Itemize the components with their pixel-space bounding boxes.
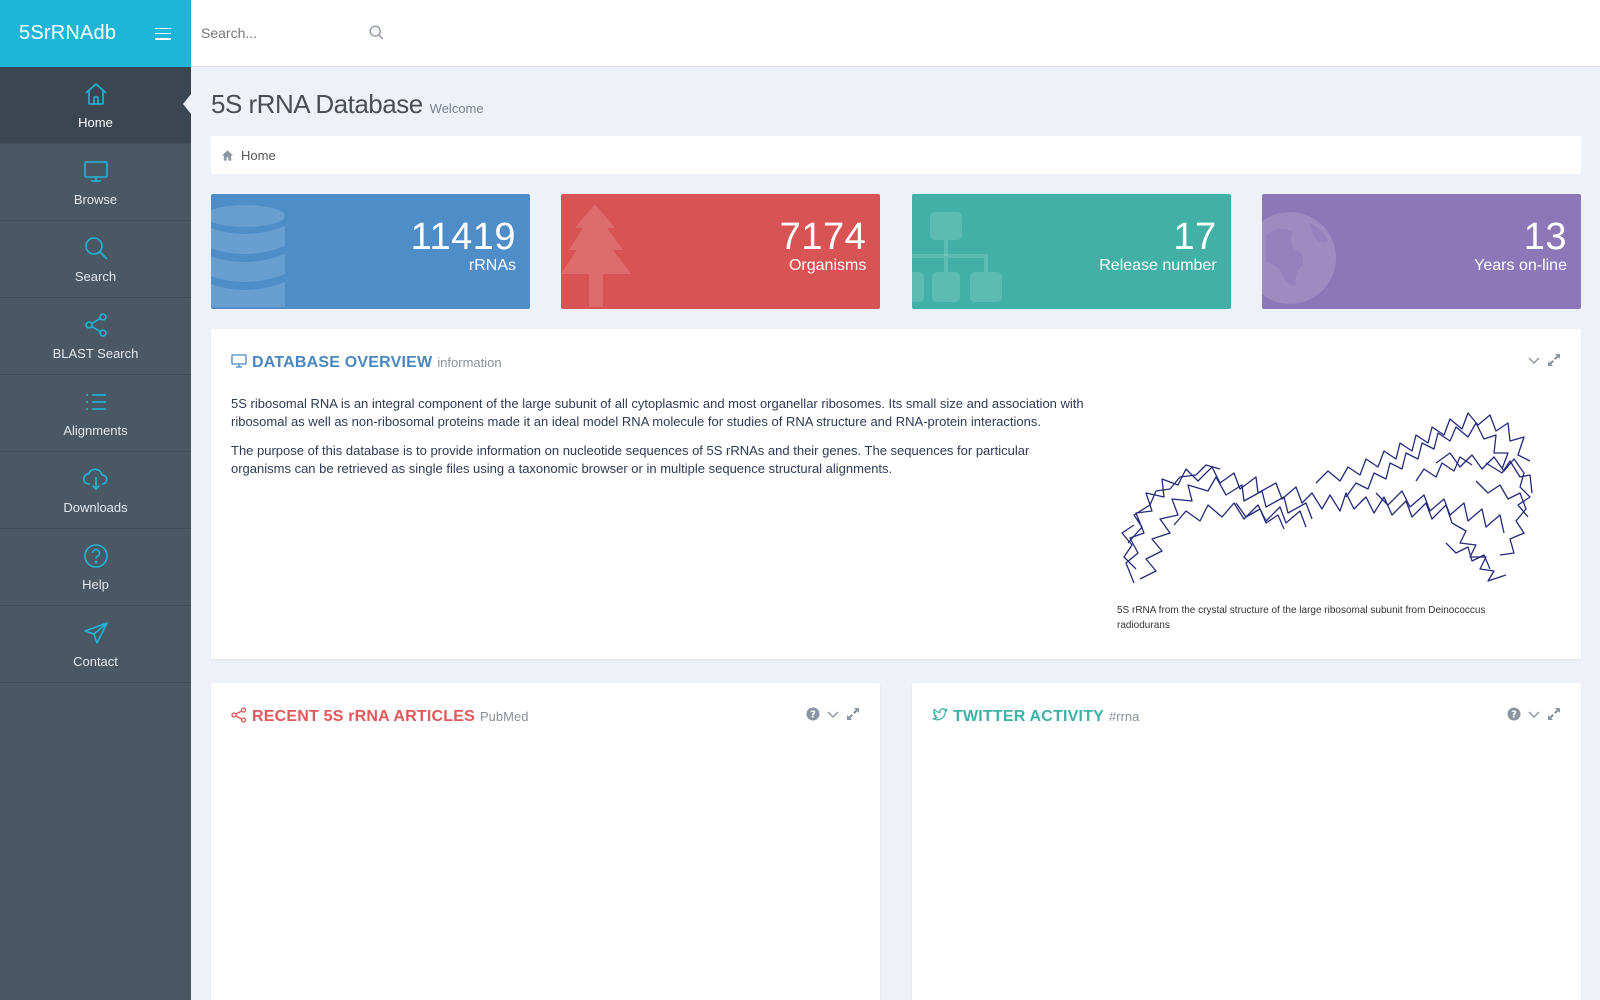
stat-tile-release[interactable]: 17 Release number — [911, 194, 1231, 309]
share-icon — [231, 707, 247, 723]
stat-tile-rrnas[interactable]: 11419 rRNAs — [211, 194, 530, 309]
panel-tools — [1527, 353, 1561, 367]
expand-icon[interactable] — [1547, 353, 1561, 367]
sidebar-item-contact[interactable]: Contact — [0, 606, 191, 683]
help-icon[interactable]: ? — [1507, 707, 1521, 721]
overview-text: 5S ribosomal RNA is an integral componen… — [231, 395, 1091, 489]
menu-toggle-icon[interactable] — [155, 27, 171, 40]
globe-icon — [1261, 212, 1336, 304]
sidebar-item-downloads[interactable]: Downloads — [0, 452, 191, 529]
panel-title: TWITTER ACTIVITY — [953, 708, 1105, 725]
expand-icon[interactable] — [846, 707, 860, 721]
sitemap-icon — [911, 212, 1002, 302]
stat-value: 11419 — [410, 216, 516, 258]
send-icon — [83, 622, 108, 644]
stat-label: rRNAs — [468, 257, 516, 274]
monitor-icon — [231, 354, 247, 368]
help-icon[interactable]: ? — [806, 707, 820, 721]
sidebar-item-label: Home — [78, 115, 113, 130]
database-overview-panel: DATABASE OVERVIEW information 5S ribosom… — [211, 329, 1581, 659]
panel-subtitle: PubMed — [480, 709, 529, 724]
twitter-icon — [932, 708, 948, 721]
stat-tile-organisms[interactable]: 7174 Organisms — [561, 194, 881, 309]
sidebar-item-label: Search — [74, 269, 117, 284]
panel-tools: ? — [806, 707, 860, 721]
overview-paragraph: The purpose of this database is to provi… — [231, 443, 1030, 476]
bottom-panels: RECENT 5S rRNA ARTICLES PubMed ? TWITTER… — [211, 683, 1581, 1000]
main-content: 5S rRNA Database Welcome Home 11419 rRNA… — [211, 67, 1581, 1000]
panel-subtitle: #rrna — [1109, 709, 1140, 724]
cloud-download-icon — [82, 468, 108, 490]
twitter-activity-panel: TWITTER ACTIVITY #rrna ? — [912, 683, 1581, 1000]
share-icon — [84, 313, 107, 337]
breadcrumb-home[interactable]: Home — [241, 148, 276, 163]
brand-bar: 5SrRNAdb — [0, 0, 191, 67]
database-icon — [211, 205, 285, 307]
sidebar-item-help[interactable]: Help — [0, 529, 191, 606]
panel-subtitle: information — [437, 355, 502, 370]
home-icon — [84, 83, 107, 105]
svg-text:?: ? — [810, 710, 816, 721]
page-header: 5S rRNA Database Welcome — [211, 89, 1581, 119]
sidebar-item-home[interactable]: Home — [0, 67, 191, 144]
stat-value: 7174 — [779, 216, 867, 258]
sidebar-item-browse[interactable]: Browse — [0, 144, 191, 221]
sidebar-item-label: Contact — [73, 654, 118, 669]
panel-title: DATABASE OVERVIEW — [252, 354, 433, 371]
page-subtitle: Welcome — [429, 101, 484, 116]
help-circle-icon — [83, 544, 108, 568]
rrna-structure-image — [1121, 412, 1533, 584]
svg-text:?: ? — [1511, 710, 1517, 721]
overview-paragraph: 5S ribosomal RNA is an integral componen… — [231, 396, 1084, 429]
search-box — [201, 17, 386, 49]
stat-label: Organisms — [788, 257, 867, 274]
top-header — [191, 0, 1600, 67]
image-caption: 5S rRNA from the crystal structure of th… — [1117, 605, 1486, 631]
panel-header: RECENT 5S rRNA ARTICLES PubMed — [231, 705, 528, 726]
stats-row: 11419 rRNAs 7174 Organisms 17 Release nu… — [211, 194, 1581, 309]
panel-title: RECENT 5S rRNA ARTICLES — [252, 708, 475, 725]
collapse-icon[interactable] — [826, 707, 840, 721]
sidebar-item-alignments[interactable]: Alignments — [0, 375, 191, 452]
stat-tile-years[interactable]: 13 Years on-line — [1261, 194, 1581, 309]
stat-value: 13 — [1523, 216, 1567, 258]
panel-header: DATABASE OVERVIEW information — [231, 351, 502, 372]
search-icon — [84, 237, 108, 260]
sidebar-item-label: Alignments — [63, 423, 128, 438]
sidebar: Home Browse Search BLAST Search Alignmen… — [0, 67, 191, 1000]
stat-label: Years on-line — [1474, 257, 1567, 274]
sidebar-item-search[interactable]: Search — [0, 221, 191, 298]
stat-label: Release number — [1099, 257, 1217, 274]
expand-icon[interactable] — [1547, 707, 1561, 721]
search-input[interactable] — [201, 25, 351, 41]
recent-articles-panel: RECENT 5S rRNA ARTICLES PubMed ? — [211, 683, 880, 1000]
stat-value: 17 — [1173, 216, 1217, 258]
sidebar-item-blast-search[interactable]: BLAST Search — [0, 298, 191, 375]
collapse-icon[interactable] — [1527, 707, 1541, 721]
collapse-icon[interactable] — [1527, 353, 1541, 367]
search-icon[interactable] — [368, 24, 386, 42]
page-title: 5S rRNA Database — [211, 89, 423, 119]
sidebar-item-label: Help — [82, 577, 109, 592]
brand-name[interactable]: 5SrRNAdb — [19, 22, 116, 45]
breadcrumb: Home — [211, 136, 1581, 174]
list-icon — [85, 394, 106, 410]
monitor-icon — [83, 161, 108, 182]
panel-tools: ? — [1507, 707, 1561, 721]
home-icon — [221, 149, 234, 161]
sidebar-item-label: BLAST Search — [52, 346, 139, 361]
sidebar-item-label: Browse — [73, 192, 118, 207]
panel-header: TWITTER ACTIVITY #rrna — [932, 705, 1139, 726]
tree-icon — [561, 204, 632, 307]
sidebar-item-label: Downloads — [63, 500, 128, 515]
